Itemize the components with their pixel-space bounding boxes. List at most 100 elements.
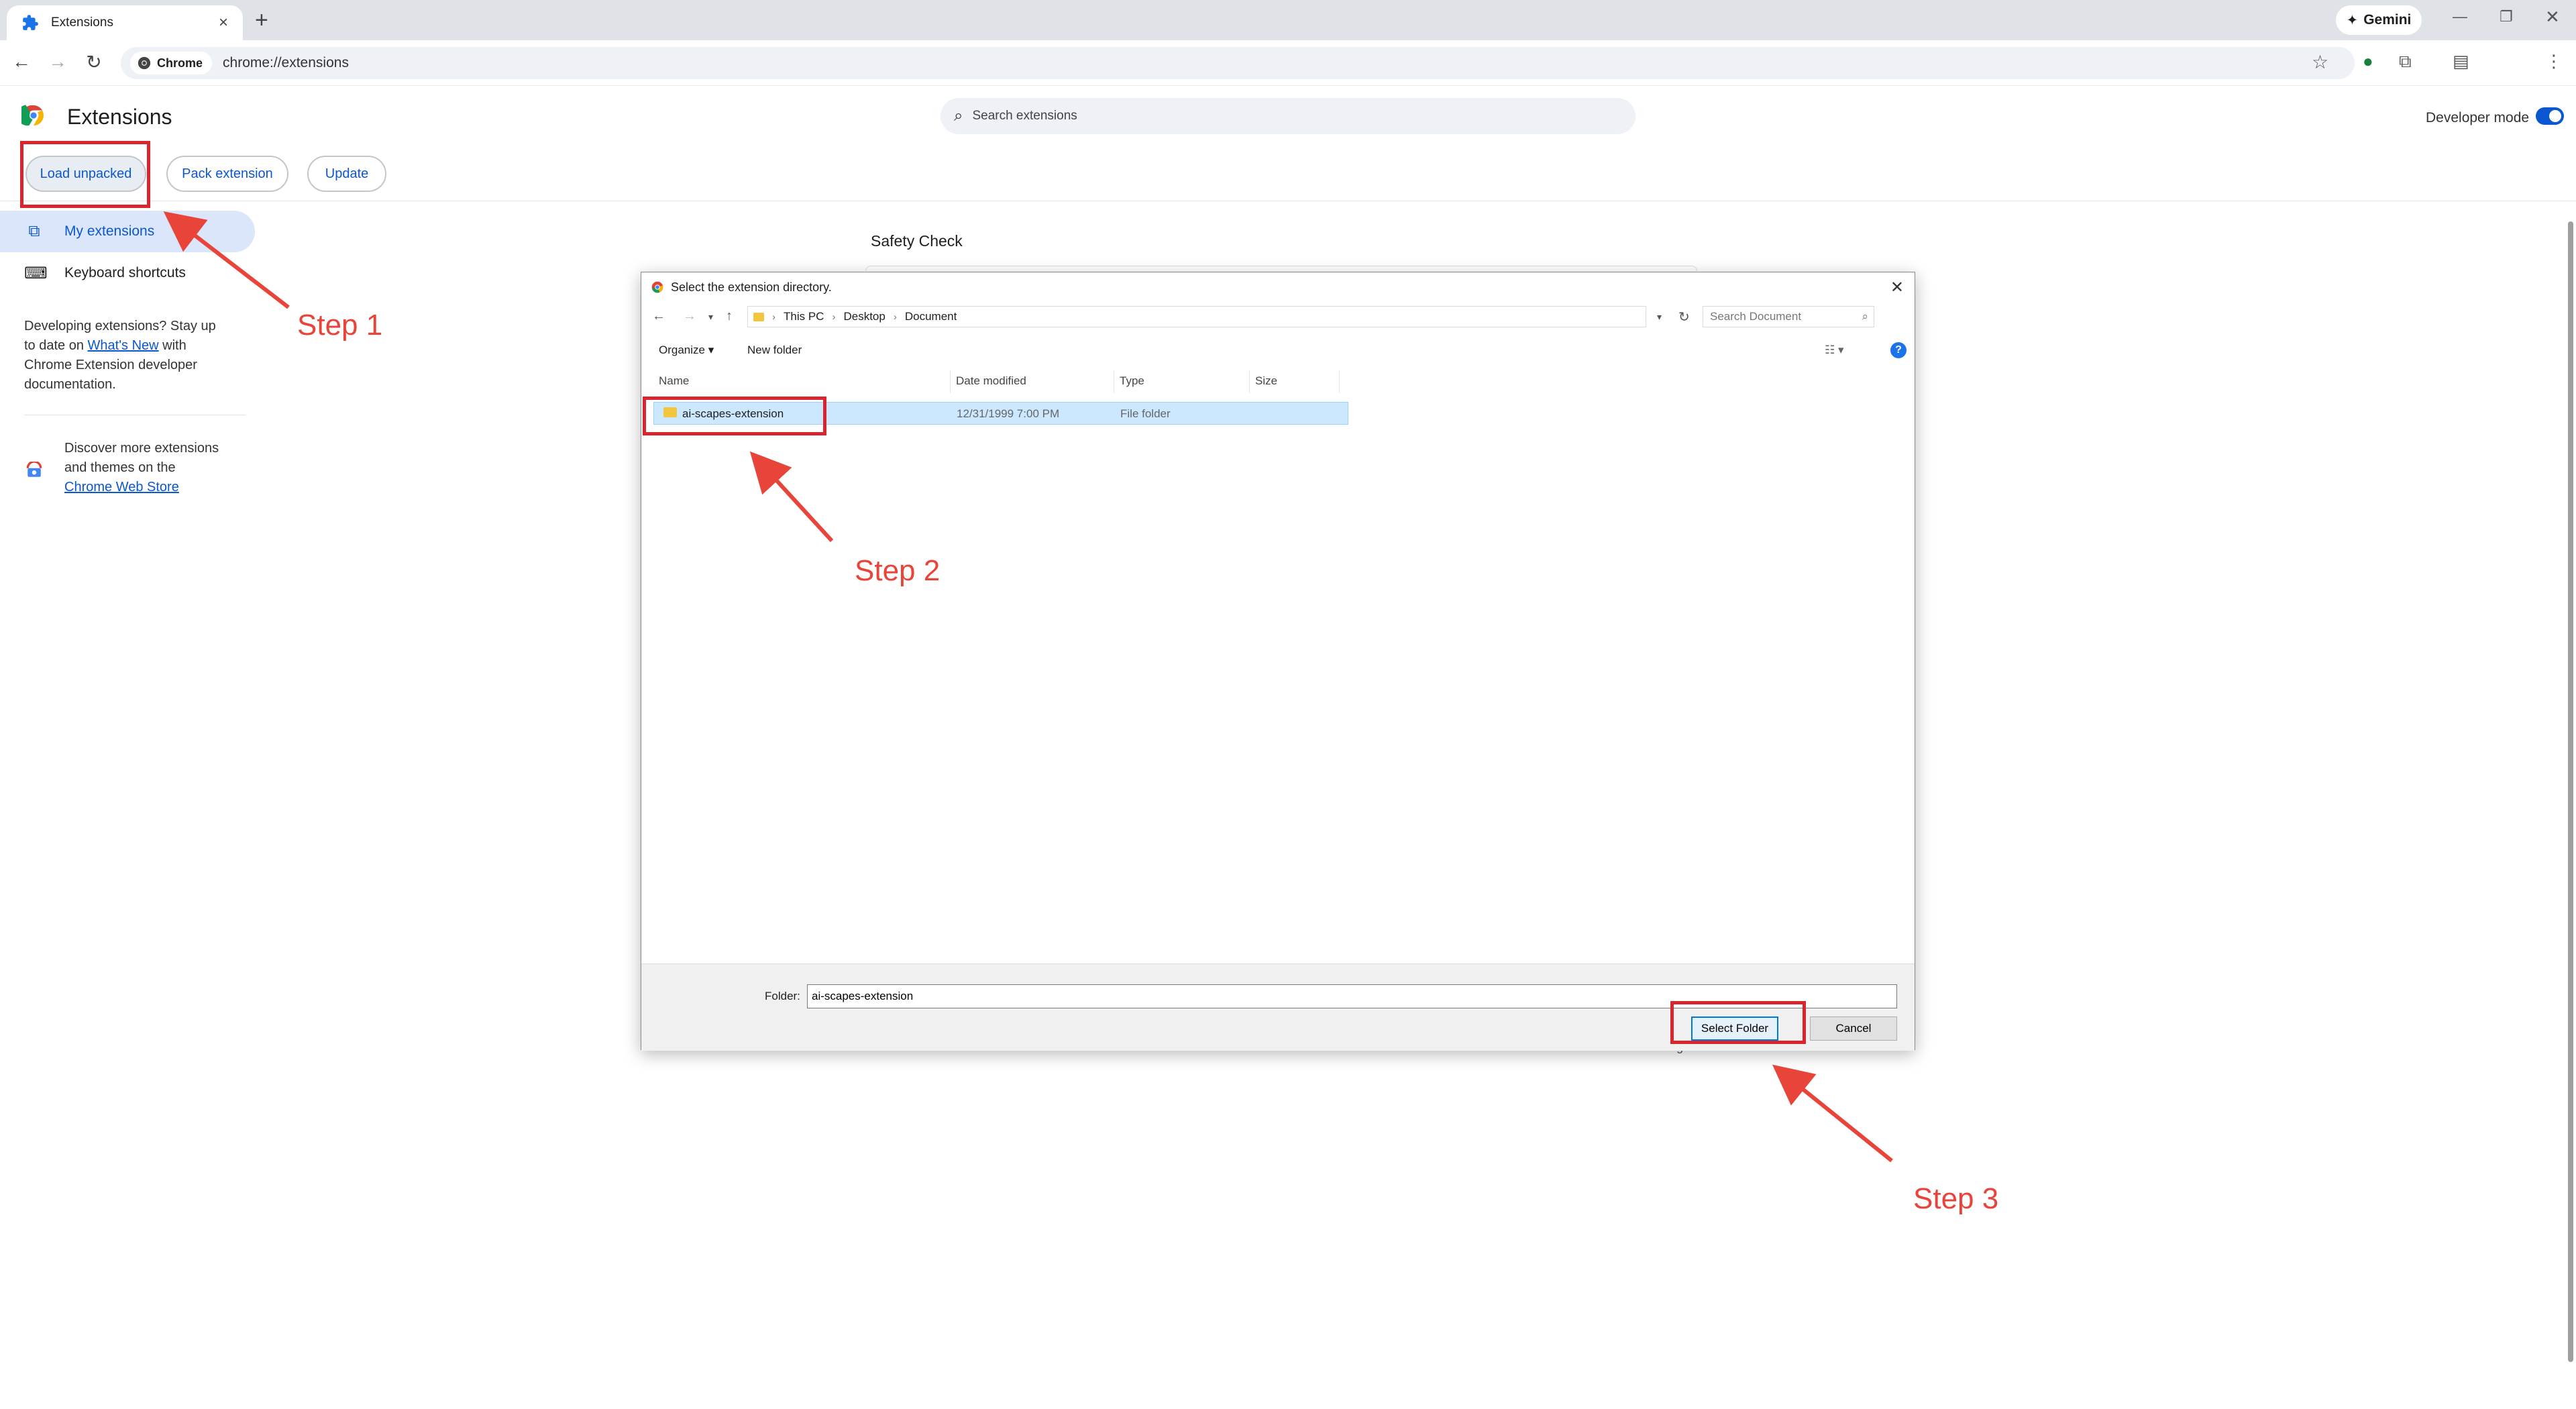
- extensions-icon[interactable]: ⧉: [2399, 51, 2412, 72]
- breadcrumb-desktop[interactable]: Desktop: [843, 310, 885, 323]
- tab-title: Extensions: [51, 15, 113, 30]
- sidebar-item-my-extensions[interactable]: ⧉ My extensions: [0, 211, 255, 252]
- folder-icon: [663, 407, 677, 417]
- web-store-icon: [26, 462, 42, 477]
- sidebar-item-keyboard-shortcuts[interactable]: ⌨ Keyboard shortcuts: [0, 252, 255, 294]
- file-row-ai-scapes-extension[interactable]: ai-scapes-extension 12/31/1999 7:00 PM F…: [653, 402, 1348, 425]
- step3-label: Step 3: [1913, 1182, 1999, 1215]
- load-unpacked-button[interactable]: Load unpacked: [25, 156, 146, 192]
- help-icon[interactable]: ?: [1890, 342, 1907, 358]
- chrome-icon: [138, 56, 151, 70]
- safety-check-card: [865, 266, 1697, 271]
- column-header-type[interactable]: Type: [1120, 374, 1144, 388]
- cancel-button[interactable]: Cancel: [1810, 1016, 1897, 1041]
- chrome-web-store-link[interactable]: Chrome Web Store: [64, 480, 179, 494]
- step3-arrow: [1772, 1064, 1893, 1163]
- gemini-button[interactable]: ✦ Gemini: [2336, 5, 2422, 35]
- update-button[interactable]: Update: [307, 156, 386, 192]
- step2-label: Step 2: [855, 554, 941, 587]
- page-title: Extensions: [67, 105, 172, 129]
- chrome-icon: [651, 281, 663, 293]
- up-folder-icon[interactable]: ↑: [726, 309, 733, 324]
- view-options-icon[interactable]: ☷ ▾: [1825, 344, 1844, 357]
- back-icon[interactable]: ←: [9, 51, 34, 72]
- tab-strip: Extensions × + ✦ Gemini — ❐ ✕: [0, 0, 2576, 40]
- bookmark-star-icon[interactable]: ☆: [2312, 51, 2328, 73]
- address-bar[interactable]: Chrome chrome://extensions: [121, 47, 2355, 79]
- column-divider[interactable]: [950, 370, 951, 393]
- recent-locations-icon[interactable]: ▾: [708, 311, 713, 323]
- select-folder-dialog: Select the extension directory. ✕ ← → ▾ …: [641, 272, 1915, 1051]
- close-tab-icon[interactable]: ×: [219, 13, 228, 32]
- dialog-footer: Folder: Select Folder Cancel: [641, 963, 1915, 1051]
- dialog-titlebar: Select the extension directory.: [641, 272, 1915, 302]
- organize-menu[interactable]: Organize ▾: [659, 344, 714, 357]
- path-dropdown-icon[interactable]: ▾: [1657, 311, 1662, 323]
- column-header-date[interactable]: Date modified: [956, 374, 1026, 388]
- file-name: ai-scapes-extension: [682, 407, 784, 420]
- puzzle-outline-icon: ⧉: [28, 222, 40, 240]
- site-chip[interactable]: Chrome: [130, 52, 213, 74]
- developer-mode-toggle[interactable]: [2536, 107, 2564, 125]
- close-window-icon[interactable]: ✕: [2545, 7, 2560, 28]
- dev-text-line: Developing extensions? Stay up: [24, 319, 216, 333]
- dev-text-line: to date on What's New with: [24, 336, 216, 356]
- new-tab-button[interactable]: +: [255, 7, 268, 34]
- dialog-command-bar: Organize ▾ New folder ☷ ▾ ?: [641, 337, 1915, 364]
- column-header-size[interactable]: Size: [1255, 374, 1277, 388]
- url-text: chrome://extensions: [223, 55, 349, 70]
- refresh-icon[interactable]: ↻: [1678, 309, 1690, 325]
- search-placeholder: Search extensions: [972, 109, 1077, 123]
- select-folder-button[interactable]: Select Folder: [1691, 1016, 1778, 1041]
- sparkle-icon: ✦: [2346, 12, 2359, 28]
- forward-icon[interactable]: →: [46, 51, 70, 72]
- whats-new-link[interactable]: What's New: [88, 338, 159, 353]
- sidebar-item-label: My extensions: [64, 223, 155, 239]
- page-scrollbar[interactable]: [2565, 201, 2576, 1409]
- search-extensions-input[interactable]: ⌕ Search extensions: [941, 98, 1635, 134]
- web-store-text: Discover more extensions and themes on t…: [64, 439, 219, 497]
- sidebar-item-label: Keyboard shortcuts: [64, 265, 186, 280]
- column-divider[interactable]: [1339, 370, 1340, 393]
- step1-label: Step 1: [297, 309, 383, 342]
- dialog-forward-icon[interactable]: →: [683, 309, 696, 324]
- dialog-search-placeholder: Search Document: [1710, 310, 1802, 323]
- file-type: File folder: [1120, 407, 1171, 420]
- restore-icon[interactable]: ❐: [2500, 8, 2513, 25]
- column-divider[interactable]: [1249, 370, 1250, 393]
- puzzle-icon: [23, 15, 38, 30]
- dev-text-line: documentation.: [24, 377, 116, 392]
- dialog-title: Select the extension directory.: [671, 280, 832, 294]
- file-date: 12/31/1999 7:00 PM: [957, 407, 1060, 420]
- store-text-line: and themes on the: [64, 460, 176, 475]
- dialog-path-bar[interactable]: › This PC › Desktop › Document: [747, 306, 1646, 327]
- pack-extension-button[interactable]: Pack extension: [166, 156, 288, 192]
- site-chip-label: Chrome: [157, 56, 203, 70]
- store-text-line: Discover more extensions: [64, 441, 219, 456]
- minimize-icon[interactable]: —: [2453, 8, 2467, 25]
- dev-text-part: to date on: [24, 338, 88, 353]
- dialog-close-icon[interactable]: ✕: [1890, 278, 1904, 297]
- dialog-search-input[interactable]: Search Document ⌕: [1703, 306, 1874, 327]
- dev-text-line: Chrome Extension developer: [24, 358, 197, 372]
- reload-icon[interactable]: ↻: [82, 51, 106, 73]
- dialog-address-row: ← → ▾ ↑ › This PC › Desktop › Document ▾…: [641, 303, 1915, 330]
- column-header-name[interactable]: Name: [659, 374, 689, 388]
- path-separator-icon: ›: [772, 311, 775, 323]
- reading-list-icon[interactable]: ▤: [2453, 51, 2469, 72]
- path-separator-icon: ›: [832, 311, 836, 323]
- new-folder-button[interactable]: New folder: [747, 344, 802, 357]
- grammarly-icon[interactable]: ●: [2363, 51, 2373, 72]
- folder-icon: [753, 312, 764, 321]
- folder-label: Folder:: [765, 990, 800, 1002]
- chrome-logo-icon: [21, 105, 44, 126]
- breadcrumb-document[interactable]: Document: [905, 310, 957, 323]
- browser-toolbar: ← → ↻ Chrome chrome://extensions ☆ ● ⧉ ▤…: [0, 40, 2576, 86]
- dialog-back-icon[interactable]: ←: [652, 309, 665, 324]
- scrollbar-thumb[interactable]: [2568, 221, 2573, 1362]
- safety-check-heading: Safety Check: [871, 232, 963, 250]
- breadcrumb-this-pc[interactable]: This PC: [784, 310, 824, 323]
- tab-extensions[interactable]: Extensions ×: [7, 5, 243, 40]
- menu-dots-icon[interactable]: ⋮: [2545, 51, 2563, 72]
- folder-name-input[interactable]: [807, 984, 1897, 1008]
